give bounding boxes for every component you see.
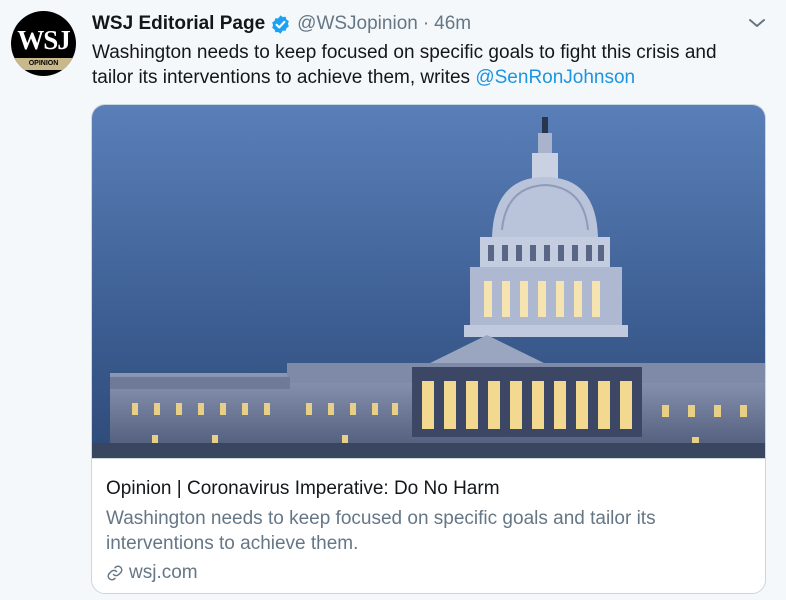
separator-dot: · — [422, 13, 430, 34]
card-domain: wsj.com — [106, 562, 751, 584]
tweet-text: Washington needs to keep focused on spec… — [92, 40, 762, 90]
card-description: Washington needs to keep focused on spec… — [106, 508, 656, 554]
avatar[interactable]: WSJ OPINION — [11, 11, 76, 76]
timestamp[interactable]: 46m — [434, 13, 471, 35]
card-image[interactable] — [92, 105, 765, 458]
card-domain-text: wsj.com — [129, 562, 198, 583]
display-name[interactable]: WSJ Editorial Page — [92, 13, 265, 35]
link-card[interactable]: Opinion | Coronavirus Imperative: Do No … — [91, 104, 766, 594]
handle[interactable]: @WSJopinion — [297, 13, 418, 35]
mention-link[interactable]: @SenRonJohnson — [475, 67, 635, 88]
card-title: Opinion | Coronavirus Imperative: Do No … — [106, 478, 500, 499]
chevron-down-icon[interactable] — [747, 13, 767, 33]
tweet-header: WSJ Editorial Page @WSJopinion · 46m — [92, 11, 471, 37]
card-body[interactable]: Opinion | Coronavirus Imperative: Do No … — [92, 458, 765, 593]
avatar-logo-text: WSJ — [17, 25, 71, 55]
link-icon — [107, 565, 123, 581]
avatar-opinion-band: OPINION — [11, 58, 76, 70]
verified-badge-icon — [272, 14, 289, 34]
